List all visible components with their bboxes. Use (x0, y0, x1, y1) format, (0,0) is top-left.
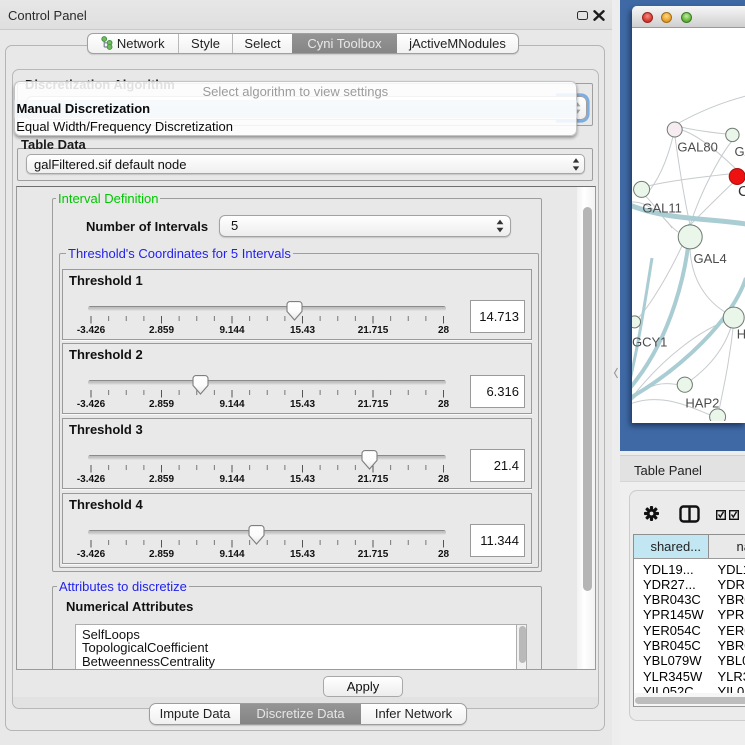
svg-text:GAL80: GAL80 (677, 140, 717, 155)
svg-text:GAL4: GAL4 (693, 251, 726, 266)
svg-text:GA: GA (734, 144, 745, 159)
svg-text:H: H (736, 327, 744, 342)
svg-text:HAP2: HAP2 (685, 396, 719, 411)
svg-text:GAL11: GAL11 (642, 201, 682, 216)
svg-text:C: C (738, 183, 745, 200)
svg-text:GCY1: GCY1 (632, 335, 667, 350)
